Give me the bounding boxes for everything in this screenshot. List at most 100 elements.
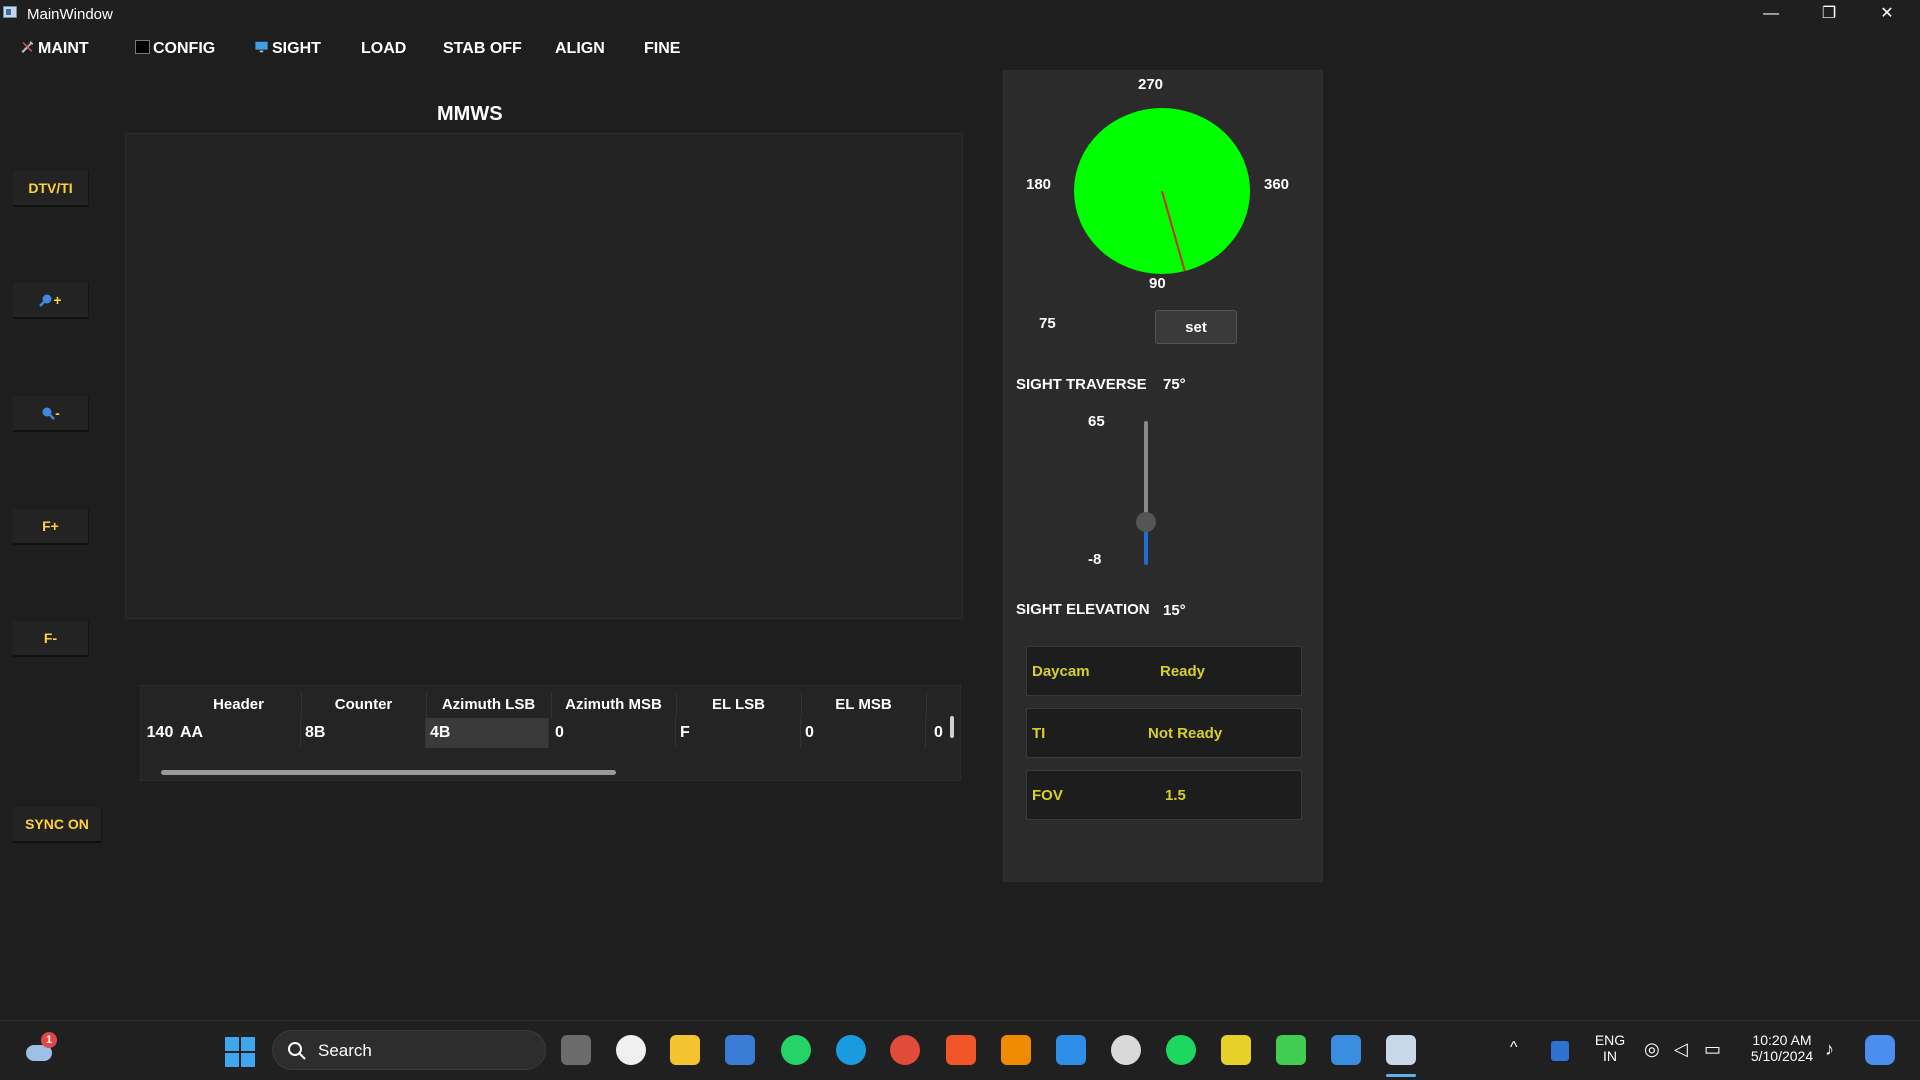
fov-label: FOV — [1032, 787, 1063, 804]
vlc-icon[interactable] — [1001, 1035, 1031, 1065]
windows-start-icon[interactable] — [225, 1037, 255, 1067]
compass-label-bottom: 90 — [1149, 275, 1166, 292]
sight-traverse-label: SIGHT TRAVERSE — [1016, 376, 1147, 393]
table-cell[interactable]: AA — [176, 718, 301, 748]
set-button[interactable]: set — [1155, 310, 1237, 344]
column-header: Azimuth LSB — [426, 692, 552, 718]
sync-on-button[interactable]: SYNC ON — [13, 807, 102, 843]
copilot-icon[interactable] — [1865, 1035, 1895, 1065]
column-header: EL MSB — [801, 692, 927, 718]
table-cell[interactable]: 0 — [551, 718, 676, 748]
data-table: Header Counter Azimuth LSB Azimuth MSB E… — [140, 685, 961, 781]
whatsapp-icon[interactable] — [781, 1035, 811, 1065]
slider-max-label: 65 — [1088, 413, 1105, 430]
minimize-button[interactable]: — — [1742, 0, 1800, 28]
file-explorer-icon[interactable] — [670, 1035, 700, 1065]
daycam-label: Daycam — [1032, 663, 1090, 680]
menu-fine[interactable]: FINE — [644, 40, 680, 58]
column-header: Azimuth MSB — [551, 692, 677, 718]
title-bar: MainWindow — ❐ ✕ — [0, 0, 1920, 28]
focus-minus-button[interactable]: F- — [13, 621, 89, 657]
vscode-icon[interactable] — [1056, 1035, 1086, 1065]
compass-label-top: 270 — [1138, 76, 1164, 93]
notification-badge: 1 — [41, 1032, 57, 1048]
menu-sight[interactable]: SIGHT — [254, 40, 321, 58]
compass-dial — [1074, 108, 1250, 274]
weather-widget[interactable]: 1 — [24, 1032, 57, 1065]
clock-date: 5/10/2024 — [1750, 1048, 1814, 1064]
microsoft-store-icon[interactable] — [725, 1035, 755, 1065]
mainwindow-app-icon[interactable] — [1386, 1035, 1416, 1065]
dtv-ti-button[interactable]: DTV/TI — [13, 171, 89, 207]
fov-value: 1.5 — [1165, 787, 1186, 804]
focus-plus-button[interactable]: F+ — [13, 509, 89, 545]
table-cell[interactable]: 8B — [301, 718, 426, 748]
table-cell[interactable]: F — [676, 718, 801, 748]
clock[interactable]: 10:20 AM 5/10/2024 — [1742, 1032, 1822, 1064]
chrome-icon[interactable] — [890, 1035, 920, 1065]
fov-status: FOV 1.5 — [1026, 770, 1302, 820]
menu-load[interactable]: LOAD — [361, 40, 406, 58]
video-display — [125, 133, 963, 619]
table-horizontal-scrollbar[interactable] — [161, 770, 616, 775]
elevation-slider-track[interactable] — [1144, 421, 1148, 521]
menu-stab-off[interactable]: STAB OFF — [443, 40, 522, 58]
table-cell[interactable]: 0 — [926, 718, 948, 748]
maximize-button[interactable]: ❐ — [1800, 0, 1858, 28]
menu-maint[interactable]: MAINT — [20, 40, 89, 58]
itunes-icon[interactable] — [616, 1035, 646, 1065]
chevron-up-icon[interactable]: ^ — [1510, 1039, 1518, 1057]
edge-icon[interactable] — [836, 1035, 866, 1065]
language-indicator[interactable]: ENG IN — [1592, 1032, 1628, 1064]
close-button[interactable]: ✕ — [1858, 0, 1916, 28]
table-cell[interactable]: 0 — [801, 718, 926, 748]
security-shield-icon[interactable] — [1551, 1041, 1569, 1061]
brave-icon[interactable] — [946, 1035, 976, 1065]
notepad-icon[interactable] — [1331, 1035, 1361, 1065]
daycam-value: Ready — [1160, 663, 1206, 680]
tools-icon — [21, 41, 34, 54]
elevation-slider-handle[interactable] — [1136, 512, 1156, 532]
daycam-status: Daycam Ready — [1026, 646, 1302, 696]
volume-icon[interactable]: ◁ — [1674, 1039, 1688, 1060]
ti-status: TI Not Ready — [1026, 708, 1302, 758]
table-cell-selected[interactable]: 4B — [426, 718, 549, 748]
zoom-in-icon — [39, 294, 52, 307]
menu-sight-label: SIGHT — [272, 40, 321, 57]
qt-creator-icon[interactable] — [1276, 1035, 1306, 1065]
sight-elevation-value: 15° — [1163, 602, 1186, 619]
window-title: MainWindow — [27, 6, 113, 23]
menu-maint-label: MAINT — [38, 40, 89, 57]
language-line2: IN — [1603, 1048, 1617, 1064]
menu-config[interactable]: CONFIG — [135, 40, 215, 58]
config-icon — [135, 40, 150, 54]
sight-control-panel: 270 180 360 90 75 set SIGHT TRAVERSE 75°… — [1003, 70, 1323, 882]
zoom-out-button[interactable]: - — [13, 396, 89, 432]
network-icon[interactable]: ◎ — [1644, 1039, 1660, 1060]
spotify-icon[interactable] — [1166, 1035, 1196, 1065]
task-view-icon[interactable] — [561, 1035, 591, 1065]
menu-align[interactable]: ALIGN — [555, 40, 605, 58]
column-header: Counter — [301, 692, 427, 718]
search-placeholder: Search — [318, 1041, 372, 1060]
zoom-out-icon — [42, 407, 56, 420]
table-vertical-scrollbar[interactable] — [950, 716, 954, 738]
chatgpt-icon[interactable] — [1111, 1035, 1141, 1065]
sight-traverse-value: 75° — [1163, 376, 1186, 393]
zoom-in-button[interactable]: + — [13, 283, 89, 319]
notification-bell-icon[interactable]: ♪ — [1825, 1039, 1834, 1060]
ti-label: TI — [1032, 725, 1046, 742]
language-line1: ENG — [1594, 1032, 1626, 1048]
taskbar-search[interactable]: Search — [272, 1030, 546, 1070]
column-header: EL LSB — [676, 692, 802, 718]
active-app-indicator — [1386, 1074, 1416, 1077]
battery-icon[interactable]: ▭ — [1704, 1039, 1721, 1060]
compass-value: 75 — [1039, 315, 1056, 332]
app-icon — [3, 6, 17, 18]
zoom-out-label: - — [55, 405, 60, 421]
compass-label-right: 360 — [1264, 176, 1290, 193]
mmws-title: MMWS — [437, 103, 503, 125]
pdf-icon[interactable] — [1221, 1035, 1251, 1065]
zoom-in-label: + — [53, 292, 62, 308]
sight-elevation-label: SIGHT ELEVATION — [1016, 601, 1150, 618]
